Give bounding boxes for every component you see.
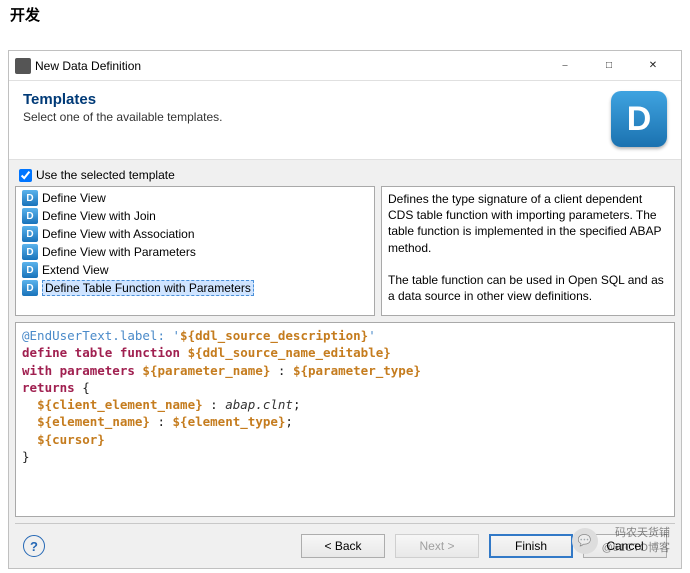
template-icon: D <box>22 208 38 224</box>
help-icon[interactable]: ? <box>23 535 45 557</box>
close-button[interactable]: ✕ <box>631 52 675 80</box>
template-preview[interactable]: @EndUserText.label: '${ddl_source_descri… <box>15 322 675 517</box>
content-area: Use the selected template DDefine View D… <box>9 160 681 524</box>
wizard-dialog: New Data Definition – □ ✕ Templates Sele… <box>8 50 682 569</box>
template-item-define-view-join[interactable]: DDefine View with Join <box>18 207 372 225</box>
page-header: 开发 <box>0 0 690 29</box>
next-button: Next > <box>395 534 479 558</box>
section-desc: Select one of the available templates. <box>23 110 601 124</box>
template-item-define-view-association[interactable]: DDefine View with Association <box>18 225 372 243</box>
back-button[interactable]: < Back <box>301 534 385 558</box>
app-icon <box>15 58 31 74</box>
dialog-title: New Data Definition <box>31 59 543 73</box>
template-icon: D <box>22 262 38 278</box>
template-item-define-view[interactable]: DDefine View <box>18 189 372 207</box>
template-item-extend-view[interactable]: DExtend View <box>18 261 372 279</box>
template-item-table-function-parameters[interactable]: DDefine Table Function with Parameters <box>18 279 372 297</box>
use-template-checkbox[interactable] <box>19 169 32 182</box>
template-list[interactable]: DDefine View DDefine View with Join DDef… <box>15 186 375 316</box>
use-template-row: Use the selected template <box>15 166 675 186</box>
use-template-label[interactable]: Use the selected template <box>36 168 175 182</box>
maximize-button[interactable]: □ <box>587 52 631 80</box>
template-icon: D <box>22 280 38 296</box>
titlebar: New Data Definition – □ ✕ <box>9 51 681 81</box>
cancel-button[interactable]: Cancel <box>583 534 667 558</box>
template-icon: D <box>22 190 38 206</box>
finish-button[interactable]: Finish <box>489 534 573 558</box>
section-title: Templates <box>23 91 601 108</box>
button-bar: ? < Back Next > Finish Cancel <box>9 524 681 568</box>
description-p1: Defines the type signature of a client d… <box>388 191 668 256</box>
description-p2: The table function can be used in Open S… <box>388 272 668 304</box>
template-icon: D <box>22 226 38 242</box>
template-item-define-view-parameters[interactable]: DDefine View with Parameters <box>18 243 372 261</box>
header-section: Templates Select one of the available te… <box>9 81 681 160</box>
header-badge-icon: D <box>611 91 667 147</box>
template-description: Defines the type signature of a client d… <box>381 186 675 316</box>
minimize-button[interactable]: – <box>543 52 587 80</box>
template-icon: D <box>22 244 38 260</box>
